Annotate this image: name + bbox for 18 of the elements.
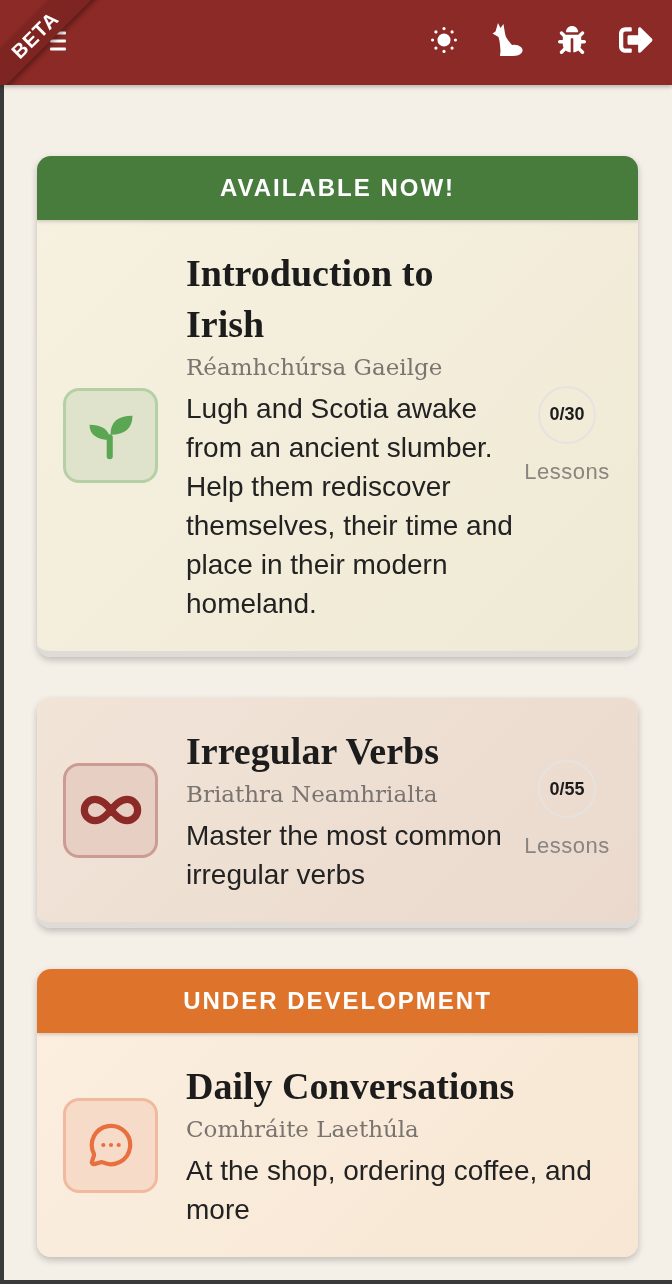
course-title: Irregular Verbs — [186, 729, 440, 774]
lessons-label: Lessons — [524, 457, 610, 486]
course-description: Master the most common irregular verbs — [186, 819, 503, 892]
course-title: Introduction to Irish — [186, 251, 435, 347]
course-card[interactable]: Irregular Verbs Briathra Neamhrialta Master the most common irregular verbs 0/55 Lessons — [37, 698, 638, 928]
course-subtitle: Réamhchúrsa Gaeilge — [186, 353, 444, 382]
course-description: Lugh and Scotia awake from an ancient slumber. Help them rediscover themselves, their time and place in their modern homeland. — [186, 392, 514, 621]
course-card[interactable]: UNDER DEVELOPMENT Daily Conversations Comhráite Laethúla At the shop, ordering coffee, and more — [37, 969, 638, 1257]
course-title: Daily Conversations — [186, 1064, 516, 1109]
course-description: At the shop, ordering coffee, and more — [186, 1154, 593, 1227]
status-banner: AVAILABLE NOW! — [37, 156, 638, 220]
lesson-counter: 0/30 — [538, 385, 596, 444]
lesson-counter: 0/55 — [538, 760, 596, 818]
course-subtitle: Briathra Neamhrialta — [186, 780, 439, 809]
lessons-label: Lessons — [524, 832, 610, 860]
status-banner: UNDER DEVELOPMENT — [37, 969, 638, 1033]
course-subtitle: Comhráite Laethúla — [186, 1115, 420, 1144]
course-card[interactable]: AVAILABLE NOW! Introduction to Irish Réamhchúrsa Gaeilge Lugh and Scotia awake from an ancient slumber. Help them rediscover themselves, their time and place in their modern homeland. 0/30 Lessons — [37, 156, 638, 657]
